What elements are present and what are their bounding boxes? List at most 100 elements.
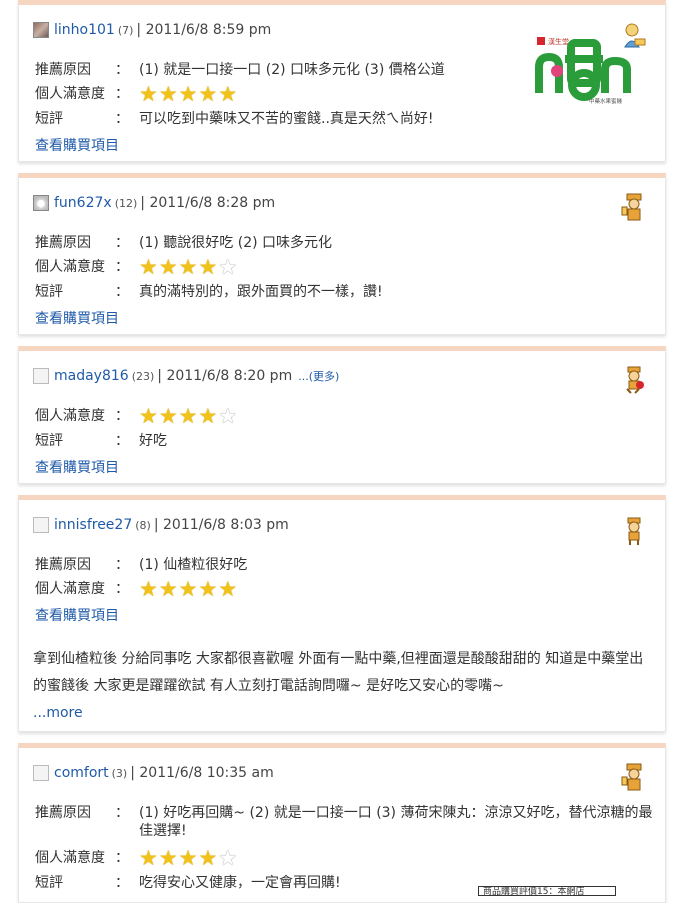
satisfaction-row: 個人滿意度 ： ★ ★ ★ ★ ★ — [35, 404, 238, 428]
review-count: (3) — [111, 766, 128, 780]
star-filled-icon: ★ — [158, 846, 178, 870]
star-rating: ★ ★ ★ ★ ★ — [139, 82, 238, 106]
star-filled-icon: ★ — [198, 846, 218, 870]
star-filled-icon: ★ — [139, 82, 158, 106]
star-filled-icon: ★ — [158, 577, 178, 601]
star-filled-icon: ★ — [198, 404, 218, 428]
colon: ： — [115, 581, 129, 597]
review-card: linho101 (7) | 2011/6/8 8:59 pm 漢生堂 中藥水果… — [18, 0, 666, 162]
comment-label: 短評 — [35, 284, 63, 300]
star-filled-icon: ★ — [158, 404, 178, 428]
star-filled-icon: ★ — [178, 255, 198, 279]
username-link[interactable]: maday816 — [54, 368, 129, 384]
reason-label: 推薦原因 — [35, 62, 91, 78]
reason-value: (1) 聽說很好吃 (2) 口味多元化 — [139, 235, 333, 251]
satisfaction-row: 個人滿意度 ： ★ ★ ★ ★ ★ — [35, 846, 238, 870]
colon: ： — [115, 557, 129, 573]
username-link[interactable]: comfort — [54, 765, 109, 781]
reason-row: 推薦原因 ： (1) 聽說很好吃 (2) 口味多元化 — [35, 234, 332, 252]
star-filled-icon: ★ — [198, 577, 218, 601]
avatar[interactable] — [33, 517, 49, 533]
floating-ad-banner[interactable]: 商品購買評價15：本網店 — [478, 886, 616, 896]
satisfaction-label: 個人滿意度 — [35, 581, 105, 597]
brand-logo: 漢生堂 中藥水果蜜餞 — [535, 37, 631, 105]
more-link[interactable]: ...(更多) — [298, 368, 339, 384]
colon: ： — [115, 86, 129, 102]
star-filled-icon: ★ — [178, 577, 198, 601]
username-link[interactable]: fun627x — [54, 195, 112, 211]
review-card: innisfree27 (8) | 2011/6/8 8:03 pm 推薦原因 … — [18, 495, 666, 732]
star-filled-icon: ★ — [218, 577, 238, 601]
member-level-icon — [627, 517, 641, 545]
colon: ： — [115, 433, 129, 449]
comment-row: 短評 ： 好吃 — [35, 432, 167, 450]
star-filled-icon: ★ — [178, 404, 198, 428]
username-link[interactable]: linho101 — [54, 22, 115, 38]
star-rating: ★ ★ ★ ★ ★ — [139, 577, 238, 601]
read-more-link[interactable]: ...more — [33, 700, 653, 727]
star-filled-icon: ★ — [139, 577, 158, 601]
star-filled-icon: ★ — [139, 404, 158, 428]
view-purchase-link[interactable]: 查看購買項目 — [35, 457, 119, 477]
star-filled-icon: ★ — [139, 255, 158, 279]
satisfaction-label: 個人滿意度 — [35, 86, 105, 102]
star-filled-icon: ★ — [158, 82, 178, 106]
colon: ： — [115, 805, 129, 821]
review-count: (12) — [114, 196, 138, 210]
reason-row: 推薦原因 ： (1) 就是一口接一口 (2) 口味多元化 (3) 價格公道 — [35, 61, 445, 79]
colon: ： — [115, 111, 129, 127]
star-rating: ★ ★ ★ ★ ★ — [139, 255, 237, 279]
review-date: | 2011/6/8 8:59 pm — [136, 22, 272, 38]
review-header: innisfree27 (8) | 2011/6/8 8:03 pm — [33, 516, 289, 534]
review-date: | 2011/6/8 8:03 pm — [153, 517, 289, 533]
comment-label: 短評 — [35, 111, 63, 127]
comment-row: 短評 ： 可以吃到中藥味又不苦的蜜餞..真是天然ㄟ尚好! — [35, 110, 434, 128]
comment-label: 短評 — [35, 433, 63, 449]
colon: ： — [115, 62, 129, 78]
comment-value: 可以吃到中藥味又不苦的蜜餞..真是天然ㄟ尚好! — [139, 111, 434, 127]
avatar[interactable] — [33, 765, 49, 781]
reason-label: 推薦原因 — [35, 235, 91, 251]
reason-row: 推薦原因 ： (1) 好吃再回購~ (2) 就是一口接一口 (3) 薄荷宋陳丸：… — [35, 804, 659, 840]
star-rating: ★ ★ ★ ★ ★ — [139, 404, 238, 428]
review-count: (8) — [135, 518, 151, 532]
satisfaction-label: 個人滿意度 — [35, 408, 105, 424]
satisfaction-label: 個人滿意度 — [35, 850, 105, 866]
review-date: | 2011/6/8 8:20 pm — [157, 368, 293, 384]
svg-text:中藥水果蜜餞: 中藥水果蜜餞 — [589, 97, 623, 105]
review-header: fun627x (12) | 2011/6/8 8:28 pm — [33, 194, 275, 212]
member-level-icon — [626, 366, 644, 394]
star-filled-icon: ★ — [218, 82, 238, 106]
username-link[interactable]: innisfree27 — [54, 517, 132, 533]
colon: ： — [115, 259, 129, 275]
comment-value: 好吃 — [139, 433, 167, 449]
colon: ： — [115, 850, 129, 866]
avatar[interactable] — [33, 368, 49, 384]
reason-label: 推薦原因 — [35, 557, 91, 573]
view-purchase-link[interactable]: 查看購買項目 — [35, 605, 119, 625]
review-date: | 2011/6/8 10:35 am — [130, 765, 274, 781]
star-empty-icon: ★ — [218, 846, 238, 870]
review-date: | 2011/6/8 8:28 pm — [140, 195, 276, 211]
star-empty-icon: ★ — [218, 404, 238, 428]
satisfaction-row: 個人滿意度 ： ★ ★ ★ ★ ★ — [35, 82, 238, 106]
comment-row: 短評 ： 真的滿特別的，跟外面買的不一樣，讚! — [35, 283, 383, 301]
reason-row: 推薦原因 ： (1) 仙楂粒很好吃 — [35, 556, 247, 574]
satisfaction-row: 個人滿意度 ： ★ ★ ★ ★ ★ — [35, 255, 237, 279]
review-card: fun627x (12) | 2011/6/8 8:28 pm 推薦原因 ： (… — [18, 173, 666, 335]
avatar[interactable] — [33, 22, 49, 38]
reason-value: (1) 好吃再回購~ (2) 就是一口接一口 (3) 薄荷宋陳丸：涼涼又好吃，替… — [139, 805, 653, 839]
star-filled-icon: ★ — [178, 82, 198, 106]
svg-text:漢生堂: 漢生堂 — [548, 37, 569, 46]
colon: ： — [115, 284, 129, 300]
review-card: maday816 (23) | 2011/6/8 8:20 pm ...(更多)… — [18, 346, 666, 484]
view-purchase-link[interactable]: 查看購買項目 — [35, 308, 119, 328]
member-level-icon — [621, 763, 642, 791]
colon: ： — [115, 235, 129, 251]
star-filled-icon: ★ — [139, 846, 158, 870]
avatar[interactable] — [33, 195, 49, 211]
view-purchase-link[interactable]: 查看購買項目 — [35, 135, 119, 155]
comment-value: 真的滿特別的，跟外面買的不一樣，讚! — [139, 284, 383, 300]
review-text: 拿到仙楂粒後 分給同事吃 大家都很喜歡喔 外面有一點中藥,但裡面還是酸酸甜甜的 … — [33, 646, 653, 727]
review-header: comfort (3) | 2011/6/8 10:35 am — [33, 764, 274, 782]
